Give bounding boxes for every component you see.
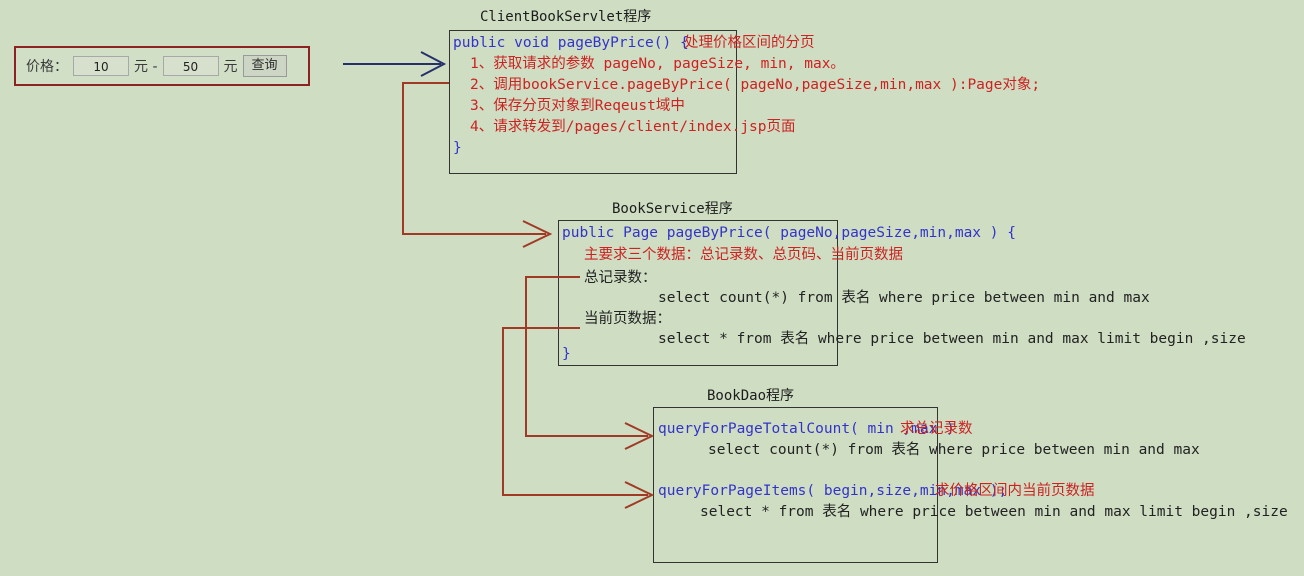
book-dao-title: BookDao程序 [707,388,795,404]
client-servlet-step-1: 1、获取请求的参数 pageNo, pageSize, min, max。 [470,56,845,72]
client-servlet-step-3: 3、保存分页对象到Reqeust域中 [470,98,685,114]
book-service-total-count-sql: select count(*) from 表名 where price betw… [658,290,1150,306]
price-label: 价格： [26,59,68,75]
book-service-signature: public Page pageByPrice( pageNo,pageSize… [562,225,1016,241]
unit-label-max: 元 [223,59,238,75]
min-price-input[interactable]: 10 [73,56,129,76]
book-service-comment: 主要求三个数据：总记录数、总页码、当前页数据 [584,247,903,263]
price-search-panel: 价格： 10 元 - 50 元 查询 [14,46,310,86]
max-price-input[interactable]: 50 [162,56,219,76]
book-service-close-brace: } [562,346,571,362]
book-service-total-count-label: 总记录数： [584,270,657,286]
book-dao-query-items-comment: 求价格区间内当前页数据 [935,483,1095,499]
client-servlet-step-4: 4、请求转发到/pages/client/index.jsp页面 [470,119,796,135]
search-submit-button[interactable]: 查询 [242,55,287,77]
book-dao-query-items-sql: select * from 表名 where price between min… [700,504,1288,520]
unit-label-min: 元 - [134,59,158,75]
client-servlet-step-2: 2、调用bookService.pageByPrice( pageNo,page… [470,77,1041,93]
client-servlet-line-signature: public void pageByPrice() { [453,35,689,51]
book-dao-query-total-sql: select count(*) from 表名 where price betw… [708,442,1200,458]
client-book-servlet-title: ClientBookServlet程序 [480,9,652,25]
diagram-canvas: 价格： 10 元 - 50 元 查询 ClientBookServlet程序 p… [0,0,1304,576]
book-dao-query-total-comment: 求总记录数 [900,421,973,437]
book-service-title: BookService程序 [612,201,733,217]
book-service-page-data-sql: select * from 表名 where price between min… [658,331,1246,347]
client-servlet-close-brace: } [453,140,462,156]
client-servlet-line-signature-comment: 处理价格区间的分页 [684,35,815,51]
book-service-page-data-label: 当前页数据： [584,311,671,327]
arrow-form-to-servlet [343,51,447,77]
